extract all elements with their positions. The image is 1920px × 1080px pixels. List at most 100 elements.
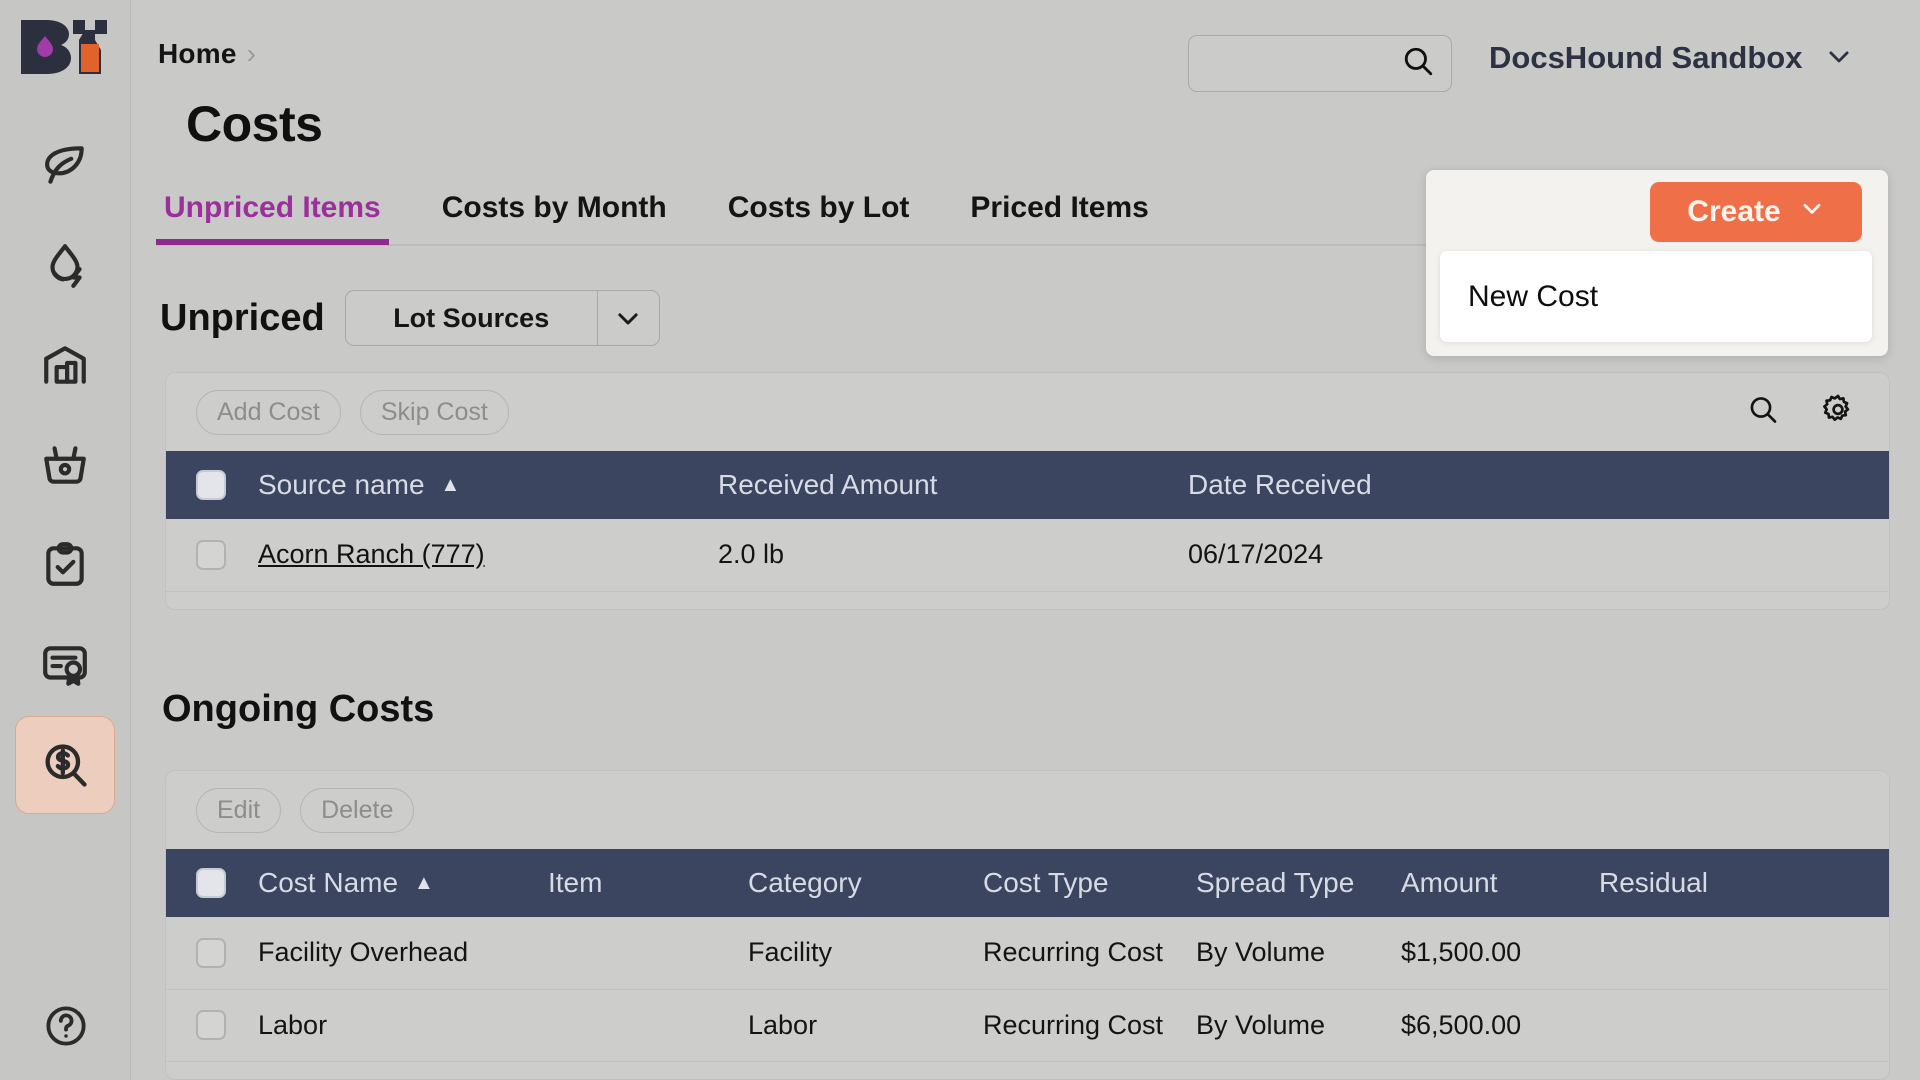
global-search[interactable] bbox=[1188, 35, 1452, 92]
tab-costs-by-lot[interactable]: Costs by Lot bbox=[720, 191, 918, 245]
breadcrumb-item-home[interactable]: Home bbox=[158, 38, 237, 70]
chevron-down-icon bbox=[1799, 195, 1825, 229]
edit-button[interactable]: Edit bbox=[196, 787, 282, 833]
create-panel: Create New Cost bbox=[1426, 170, 1888, 356]
cell-spread-type: By Volume bbox=[1196, 937, 1326, 968]
column-header-spread-type[interactable]: Spread Type bbox=[1196, 849, 1401, 917]
unpriced-table-card: Add Cost Skip Cost Source name ▲ Receive… bbox=[165, 372, 1890, 610]
gear-icon[interactable] bbox=[1821, 393, 1855, 432]
cell-amount: $1,500.00 bbox=[1401, 937, 1522, 968]
menu-item-new-cost[interactable]: New Cost bbox=[1440, 251, 1872, 342]
sidebar-item-cultivation[interactable] bbox=[15, 116, 115, 214]
warehouse-icon bbox=[40, 340, 90, 390]
create-menu: New Cost bbox=[1440, 251, 1872, 342]
page-title: Costs bbox=[186, 96, 323, 152]
skip-cost-button[interactable]: Skip Cost bbox=[359, 389, 509, 435]
select-all-checkbox[interactable] bbox=[196, 868, 226, 898]
unpriced-table: Source name ▲ Received Amount Date Recei… bbox=[166, 451, 1889, 592]
select-all-header[interactable] bbox=[166, 849, 258, 917]
breadcrumb-separator: › bbox=[246, 38, 256, 69]
sort-asc-icon: ▲ bbox=[440, 474, 461, 496]
column-header-item[interactable]: Item bbox=[548, 849, 748, 917]
help-icon bbox=[43, 1003, 89, 1054]
column-header-category[interactable]: Category bbox=[748, 849, 983, 917]
row-select-cell[interactable] bbox=[166, 519, 258, 591]
tab-unpriced-items[interactable]: Unpriced Items bbox=[156, 191, 389, 245]
column-label: Cost Name bbox=[258, 867, 399, 898]
unpriced-table-toolbar: Add Cost Skip Cost bbox=[166, 373, 1889, 451]
basket-icon bbox=[40, 440, 90, 490]
ongoing-costs-table: Cost Name ▲ Item Category Cost Type Spre… bbox=[166, 849, 1889, 1062]
add-cost-button[interactable]: Add Cost bbox=[196, 389, 341, 435]
cell-item bbox=[548, 917, 748, 989]
certificate-icon bbox=[40, 640, 90, 690]
leaf-icon bbox=[40, 140, 90, 190]
create-button[interactable]: Create bbox=[1650, 182, 1862, 242]
unpriced-section-header: Unpriced Lot Sources bbox=[160, 290, 660, 346]
row-select-cell[interactable] bbox=[166, 917, 258, 989]
sidebar-item-tasks[interactable] bbox=[15, 516, 115, 614]
brand-logo[interactable] bbox=[19, 18, 111, 76]
create-button-label: Create bbox=[1687, 195, 1781, 228]
select-all-header[interactable] bbox=[166, 451, 258, 519]
droplet-bolt-icon bbox=[40, 240, 90, 290]
cell-residual bbox=[1599, 989, 1889, 1061]
delete-button[interactable]: Delete bbox=[300, 787, 415, 833]
sidebar-item-inventory[interactable] bbox=[15, 316, 115, 414]
column-header-cost-name[interactable]: Cost Name ▲ bbox=[258, 849, 548, 917]
ongoing-table-toolbar: Edit Delete bbox=[166, 771, 1889, 849]
column-label: Source name bbox=[258, 469, 425, 500]
unpriced-toolbar-icons bbox=[1747, 393, 1855, 432]
sidebar-item-compliance[interactable] bbox=[15, 616, 115, 714]
sidebar-item-help[interactable] bbox=[16, 993, 116, 1063]
cell-category: Labor bbox=[748, 1009, 818, 1040]
cell-spread-type: By Volume bbox=[1196, 1009, 1326, 1040]
row-checkbox[interactable] bbox=[196, 539, 226, 570]
table-row[interactable]: Labor Labor Recurring Cost By Volume $6,… bbox=[166, 989, 1889, 1061]
tab-costs-by-month[interactable]: Costs by Month bbox=[434, 191, 675, 245]
source-name-link[interactable]: Acorn Ranch (777) bbox=[258, 539, 485, 569]
dollar-search-icon bbox=[39, 739, 91, 791]
table-row[interactable]: Facility Overhead Facility Recurring Cos… bbox=[166, 917, 1889, 989]
lot-sources-select[interactable]: Lot Sources bbox=[344, 290, 660, 346]
ongoing-costs-title: Ongoing Costs bbox=[162, 688, 435, 730]
table-row[interactable]: Acorn Ranch (777) 2.0 lb 06/17/2024 bbox=[166, 519, 1889, 591]
cell-category: Facility bbox=[748, 937, 833, 968]
primary-sidebar bbox=[0, 0, 131, 1080]
cell-cost-name: Facility Overhead bbox=[258, 937, 469, 968]
column-header-source-name[interactable]: Source name ▲ bbox=[258, 451, 718, 519]
cell-source-name: Acorn Ranch (777) bbox=[258, 519, 718, 591]
sidebar-item-retail[interactable] bbox=[15, 416, 115, 514]
select-all-checkbox[interactable] bbox=[196, 470, 226, 500]
cell-cost-type: Recurring Cost bbox=[983, 937, 1164, 968]
column-header-amount[interactable]: Amount bbox=[1401, 849, 1599, 917]
table-header-row: Source name ▲ Received Amount Date Recei… bbox=[166, 451, 1889, 519]
row-checkbox[interactable] bbox=[196, 937, 226, 968]
cell-amount: $6,500.00 bbox=[1401, 1009, 1522, 1040]
column-header-date-received[interactable]: Date Received bbox=[1188, 451, 1889, 519]
org-name: DocsHound Sandbox bbox=[1489, 40, 1803, 75]
cell-cost-type: Recurring Cost bbox=[983, 1009, 1164, 1040]
column-header-cost-type[interactable]: Cost Type bbox=[983, 849, 1196, 917]
table-header-row: Cost Name ▲ Item Category Cost Type Spre… bbox=[166, 849, 1889, 917]
sort-asc-icon: ▲ bbox=[414, 872, 434, 894]
sidebar-nav-list bbox=[0, 116, 130, 816]
chevron-down-icon bbox=[596, 291, 659, 345]
tab-priced-items[interactable]: Priced Items bbox=[962, 191, 1156, 245]
sidebar-item-processing[interactable] bbox=[15, 216, 115, 314]
row-select-cell[interactable] bbox=[166, 989, 258, 1061]
org-switcher[interactable]: DocsHound Sandbox bbox=[1489, 40, 1854, 76]
row-checkbox[interactable] bbox=[196, 1010, 226, 1040]
column-header-residual[interactable]: Residual bbox=[1599, 849, 1889, 917]
cell-residual bbox=[1599, 917, 1889, 989]
search-icon[interactable] bbox=[1747, 394, 1779, 431]
sidebar-item-costs[interactable] bbox=[15, 716, 115, 814]
cell-cost-name: Labor bbox=[258, 1009, 328, 1040]
chevron-down-icon bbox=[1824, 41, 1854, 76]
ongoing-costs-card: Edit Delete Cost Name ▲ Item Category Co… bbox=[165, 770, 1890, 1080]
column-header-received-amount[interactable]: Received Amount bbox=[718, 451, 1188, 519]
tab-bar: Unpriced Items Costs by Month Costs by L… bbox=[156, 188, 1157, 245]
cell-date-received: 06/17/2024 bbox=[1188, 539, 1324, 570]
search-input[interactable] bbox=[1189, 36, 1451, 91]
clipboard-check-icon bbox=[40, 540, 90, 590]
